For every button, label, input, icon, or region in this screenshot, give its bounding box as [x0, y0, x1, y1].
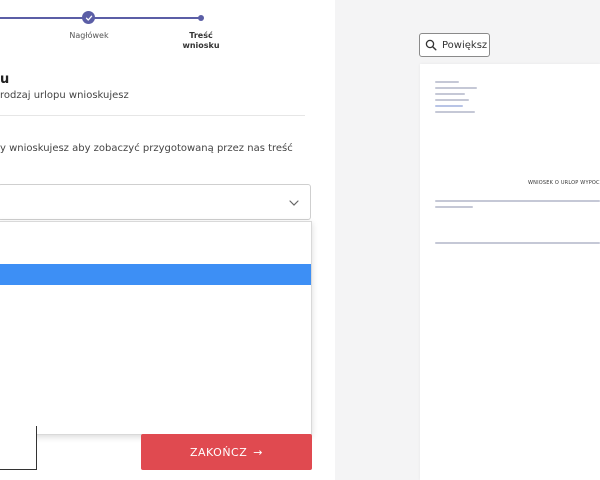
blurred-text — [435, 93, 465, 95]
form-panel: Nagłówek Treść wniosku u rodzaj urlopu wn… — [0, 0, 335, 480]
dropdown-option[interactable] — [0, 285, 311, 306]
arrow-right-icon: → — [253, 445, 263, 459]
section-divider — [0, 115, 305, 116]
dropdown-option[interactable] — [0, 369, 311, 390]
blurred-text — [435, 200, 600, 202]
dropdown-option[interactable] — [0, 243, 311, 264]
blurred-text — [435, 206, 473, 208]
dropdown-option[interactable] — [0, 306, 311, 327]
dropdown-option[interactable] — [0, 348, 311, 369]
blurred-text — [435, 81, 459, 83]
blurred-text — [435, 87, 477, 89]
step-label-naglowek[interactable]: Nagłówek — [62, 31, 116, 41]
leave-type-select[interactable] — [0, 184, 311, 220]
chevron-down-icon — [289, 200, 299, 206]
search-icon — [425, 39, 437, 51]
finish-button[interactable]: ZAKOŃCZ → — [141, 434, 312, 470]
dropdown-option[interactable] — [0, 390, 311, 411]
zoom-button-label: Powiększ — [442, 39, 488, 51]
zoom-button[interactable]: Powiększ — [419, 33, 490, 57]
blurred-text — [435, 99, 469, 101]
back-button[interactable] — [0, 426, 37, 470]
step-label-tresc-wniosku: Treść wniosku — [182, 31, 220, 50]
select-hint: y wnioskujesz aby zobaczyć przygotowaną … — [0, 143, 293, 154]
leave-type-dropdown — [0, 221, 312, 435]
step-done-indicator[interactable] — [82, 11, 95, 24]
step-current-indicator — [198, 15, 204, 21]
blurred-text — [435, 111, 475, 113]
dropdown-option-selected[interactable] — [0, 264, 311, 285]
finish-button-label: ZAKOŃCZ — [190, 445, 248, 459]
stepper-line-current — [93, 17, 201, 19]
section-subtitle: rodzaj urlopu wnioskujesz — [0, 90, 129, 101]
dropdown-option[interactable] — [0, 327, 311, 348]
blurred-text — [435, 242, 600, 244]
dropdown-option[interactable] — [0, 411, 311, 432]
blurred-text — [435, 105, 463, 107]
document-preview: WNIOSEK O URLOP WYPOC — [420, 64, 600, 480]
check-icon — [85, 15, 92, 21]
document-title: WNIOSEK O URLOP WYPOC — [528, 180, 600, 186]
stepper-line-completed — [0, 17, 84, 19]
section-title: u — [0, 72, 10, 87]
dropdown-option[interactable] — [0, 222, 311, 243]
